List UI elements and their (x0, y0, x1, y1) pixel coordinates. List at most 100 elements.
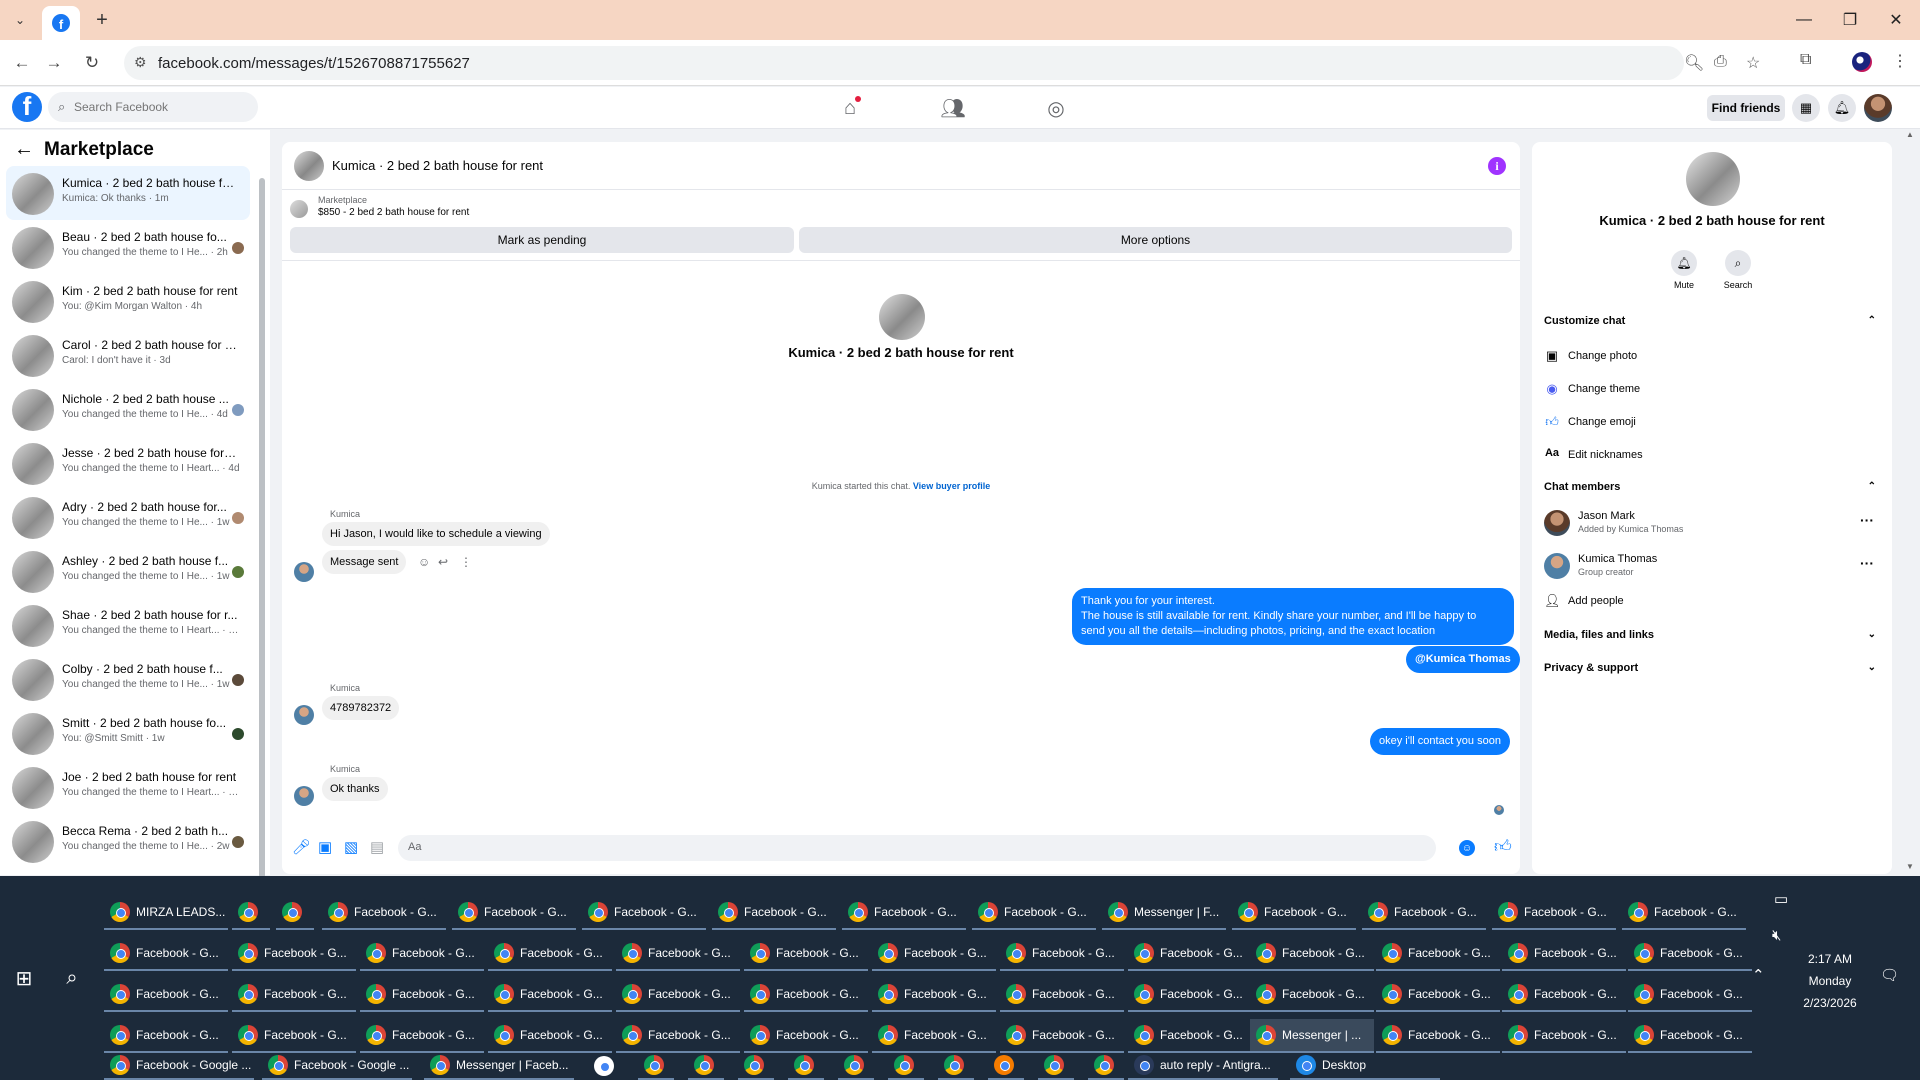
incoming-message[interactable]: Hi Jason, I would like to schedule a vie… (322, 522, 550, 546)
incoming-message[interactable]: Ok thanks (322, 777, 388, 801)
taskbar-window[interactable]: Facebook - G... (616, 1019, 740, 1053)
taskbar-window[interactable] (938, 1052, 974, 1080)
marketplace-listing-bar[interactable]: Marketplace $850 - 2 bed 2 bath house fo… (282, 190, 1520, 224)
more-actions-icon[interactable]: ⋮ (460, 555, 472, 569)
tab-search-chevron-icon[interactable]: ⌄ (8, 8, 32, 32)
scrollbar-thumb[interactable] (259, 178, 265, 888)
taskbar-window[interactable]: Facebook - G... (1502, 978, 1626, 1012)
taskbar-window[interactable]: Facebook - G... (1362, 896, 1486, 930)
taskbar-window[interactable]: Facebook - G... (488, 1019, 612, 1053)
taskbar-window[interactable]: Facebook - G... (1376, 937, 1500, 971)
chat-thumbnail[interactable] (294, 151, 324, 181)
mute-speaker-icon[interactable]: 🔇︎ (1772, 927, 1781, 944)
taskbar-window[interactable]: Facebook - G... (232, 1019, 356, 1053)
taskbar-window[interactable]: Facebook - G... (360, 978, 484, 1012)
conversation-item[interactable]: Colby · 2 bed 2 bath house f... You chan… (6, 652, 250, 706)
browser-tab-facebook[interactable]: f (42, 6, 80, 40)
mute-action[interactable]: 🔔︎ Mute (1664, 250, 1704, 290)
groups-icon[interactable]: ◎ (1036, 94, 1076, 122)
taskbar-window[interactable]: Facebook - G... (744, 978, 868, 1012)
tablet-mode-icon[interactable]: ▭ (1774, 890, 1788, 908)
outgoing-message[interactable]: Thank you for your interest. The house i… (1072, 588, 1514, 645)
url-text[interactable]: facebook.com/messages/t/1526708871755627 (158, 55, 470, 72)
taskbar-window[interactable] (638, 1052, 674, 1080)
member-row[interactable]: Jason Mark Added by Kumica Thomas ··· (1544, 508, 1880, 540)
conversation-item[interactable]: Kim · 2 bed 2 bath house for rent You: @… (6, 274, 250, 328)
taskbar-window[interactable]: Facebook - G... (232, 937, 356, 971)
scroll-down-icon[interactable]: ▼ (1906, 862, 1914, 871)
taskbar-window[interactable]: Facebook - G... (972, 896, 1096, 930)
add-people-item[interactable]: 👤︎ Add people (1544, 592, 1880, 614)
conversation-item[interactable]: Ashley · 2 bed 2 bath house f... You cha… (6, 544, 250, 598)
taskbar-window[interactable]: Facebook - G... (1128, 1019, 1252, 1053)
chat-photo[interactable] (1686, 152, 1740, 206)
taskbar-window[interactable]: Facebook - G... (1250, 978, 1374, 1012)
back-arrow-icon[interactable]: ← (14, 138, 34, 161)
taskbar-window[interactable] (738, 1052, 774, 1080)
taskbar-window[interactable]: Facebook - G... (1250, 937, 1374, 971)
outgoing-mention[interactable]: @Kumica Thomas (1406, 646, 1520, 673)
member-row[interactable]: Kumica Thomas Group creator ··· (1544, 551, 1880, 583)
taskbar-window[interactable]: Facebook - G... (488, 978, 612, 1012)
view-buyer-profile-link[interactable]: View buyer profile (913, 481, 990, 491)
taskbar-window[interactable]: Facebook - G... (712, 896, 836, 930)
thumbs-up-icon[interactable]: 👍︎ (1494, 836, 1512, 857)
taskbar-window[interactable]: Facebook - G... (1502, 1019, 1626, 1053)
taskbar-window[interactable]: Facebook - G... (1000, 937, 1124, 971)
taskbar-window[interactable]: Facebook - G... (1128, 978, 1252, 1012)
taskbar-window[interactable]: Facebook - G... (1628, 978, 1752, 1012)
site-info-icon[interactable]: ⚙ (134, 54, 147, 71)
taskbar-window[interactable]: Facebook - G... (360, 1019, 484, 1053)
taskbar-window[interactable]: Facebook - G... (1000, 1019, 1124, 1053)
facebook-logo[interactable]: f (12, 92, 42, 122)
customize-chat-section[interactable]: Customize chat ⌃ (1544, 315, 1880, 335)
chat-title[interactable]: Kumica · 2 bed 2 bath house for rent (332, 158, 543, 173)
taskbar-window[interactable]: auto reply - Antigra... (1128, 1052, 1278, 1080)
facebook-search[interactable]: ⌕ (48, 92, 258, 122)
outgoing-message[interactable]: okey i'll contact you soon (1370, 728, 1510, 755)
media-files-section[interactable]: Media, files and links ⌄ (1544, 629, 1880, 649)
close-window-button[interactable]: ✕ (1876, 6, 1916, 34)
home-icon[interactable]: ⌂ (830, 94, 870, 122)
taskbar-window[interactable]: Facebook - G... (1628, 937, 1752, 971)
reply-icon[interactable]: ↩ (438, 555, 448, 569)
emoji-icon[interactable]: ☺ (1459, 840, 1475, 856)
find-friends-button[interactable]: Find friends (1707, 95, 1785, 121)
more-options-icon[interactable]: ··· (1860, 555, 1874, 571)
restore-button[interactable]: ❐ (1830, 6, 1870, 34)
zoom-icon[interactable]: 🔍︎ (1684, 53, 1704, 73)
taskbar-window[interactable]: Facebook - G... (488, 937, 612, 971)
taskbar-window[interactable]: Messenger | Faceb... (424, 1052, 574, 1080)
taskbar-window[interactable]: Facebook - G... (1622, 896, 1746, 930)
chat-members-section[interactable]: Chat members ⌃ (1544, 481, 1880, 501)
conversation-item[interactable]: Carol · 2 bed 2 bath house for r... Caro… (6, 328, 250, 382)
notification-center-icon[interactable]: 🗨︎ (1880, 966, 1899, 984)
taskbar-window[interactable] (276, 896, 314, 930)
taskbar-window[interactable]: Facebook - G... (1376, 1019, 1500, 1053)
conversation-item[interactable]: Joe · 2 bed 2 bath house for rent You ch… (6, 760, 250, 814)
sender-avatar[interactable] (294, 705, 314, 725)
privacy-support-section[interactable]: Privacy & support ⌄ (1544, 662, 1880, 682)
system-clock[interactable]: 2:17 AM Monday 2/23/2026 (1780, 948, 1880, 1014)
notifications-bell-icon[interactable]: 🔔︎ (1828, 94, 1856, 122)
back-button[interactable]: ← (8, 49, 36, 77)
taskbar-window[interactable]: Facebook - G... (872, 978, 996, 1012)
sender-avatar[interactable] (294, 786, 314, 806)
search-input[interactable] (74, 92, 254, 122)
friends-icon[interactable]: 👥︎ (933, 94, 973, 122)
taskbar-window[interactable]: Facebook - G... (1502, 937, 1626, 971)
edit-nicknames-item[interactable]: Aa Edit nicknames (1544, 446, 1880, 468)
minimize-button[interactable]: — (1784, 6, 1824, 34)
taskbar-window[interactable]: Desktop (1290, 1052, 1440, 1080)
taskbar-window[interactable]: Facebook - G... (322, 896, 446, 930)
sticker-icon[interactable]: ▧ (344, 838, 358, 856)
react-emoji-icon[interactable]: ☺ (418, 555, 430, 569)
menu-grid-icon[interactable]: ▦ (1792, 94, 1820, 122)
taskbar-window[interactable] (788, 1052, 824, 1080)
taskbar-window[interactable]: Facebook - G... (452, 896, 576, 930)
more-options-icon[interactable]: ··· (1860, 512, 1874, 528)
taskbar-window[interactable]: Facebook - G... (1492, 896, 1616, 930)
taskbar-window[interactable]: Facebook - Google ... (262, 1052, 412, 1080)
taskbar-window[interactable] (232, 896, 270, 930)
extensions-icon[interactable]: ⧉ (1800, 51, 1811, 69)
